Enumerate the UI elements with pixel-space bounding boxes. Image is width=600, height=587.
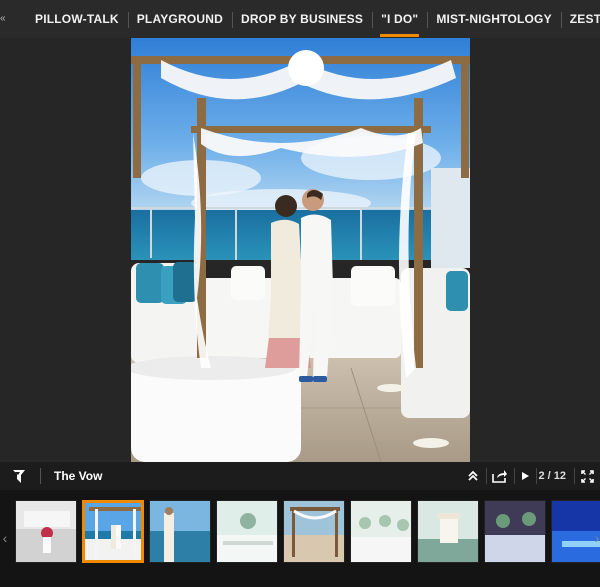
strip-prev-icon[interactable]: ‹ [0, 530, 10, 546]
fullscreen-button[interactable] [574, 462, 600, 490]
collapse-thumbnails-button[interactable] [460, 462, 486, 490]
main-photo[interactable] [131, 38, 470, 462]
tab-mist-nightology[interactable]: MIST-NIGHTOLOGY [427, 0, 560, 38]
tab-playground[interactable]: PLAYGROUND [127, 0, 232, 38]
fullscreen-icon [580, 469, 594, 483]
thumbnail-strip: ‹ › [0, 490, 600, 587]
tabs-prev-icon[interactable]: « [0, 13, 8, 25]
play-slideshow-button[interactable] [514, 462, 536, 490]
tab-zest[interactable]: ZEST [560, 0, 600, 38]
section-tab-bar: « PILLOW-TALK PLAYGROUND DROP BY BUSINES… [0, 0, 600, 38]
thumbnail-8[interactable] [484, 500, 546, 563]
thumbnail-4[interactable] [216, 500, 278, 563]
thumbnail-6[interactable] [350, 500, 412, 563]
thumbnail-1[interactable] [15, 500, 77, 563]
share-button[interactable] [486, 462, 514, 490]
brand-logo-icon [13, 470, 25, 483]
thumbnail-3[interactable] [149, 500, 211, 563]
caption-controls: 2 / 12 [460, 462, 600, 490]
thumbnail-2-active[interactable] [82, 500, 144, 563]
slide-counter: 2 / 12 [536, 462, 574, 490]
double-chevron-up-icon [468, 470, 479, 481]
photo-stage [0, 38, 600, 462]
thumbnail-5[interactable] [283, 500, 345, 563]
caption-bar: The Vow 2 / 12 [0, 462, 600, 490]
caption-divider [40, 468, 41, 484]
tab-pillow-talk[interactable]: PILLOW-TALK [26, 0, 128, 38]
share-icon [492, 470, 508, 483]
wedding-canopy-photo [131, 38, 470, 462]
tab-drop-by-business[interactable]: DROP BY BUSINESS [231, 0, 372, 38]
thumbnail-7[interactable] [417, 500, 479, 563]
tab-list: PILLOW-TALK PLAYGROUND DROP BY BUSINESS … [26, 0, 600, 38]
tab-i-do[interactable]: "I DO" [372, 0, 427, 38]
play-icon [521, 472, 529, 480]
strip-next-icon[interactable]: › [592, 530, 600, 546]
photo-title: The Vow [54, 469, 103, 483]
